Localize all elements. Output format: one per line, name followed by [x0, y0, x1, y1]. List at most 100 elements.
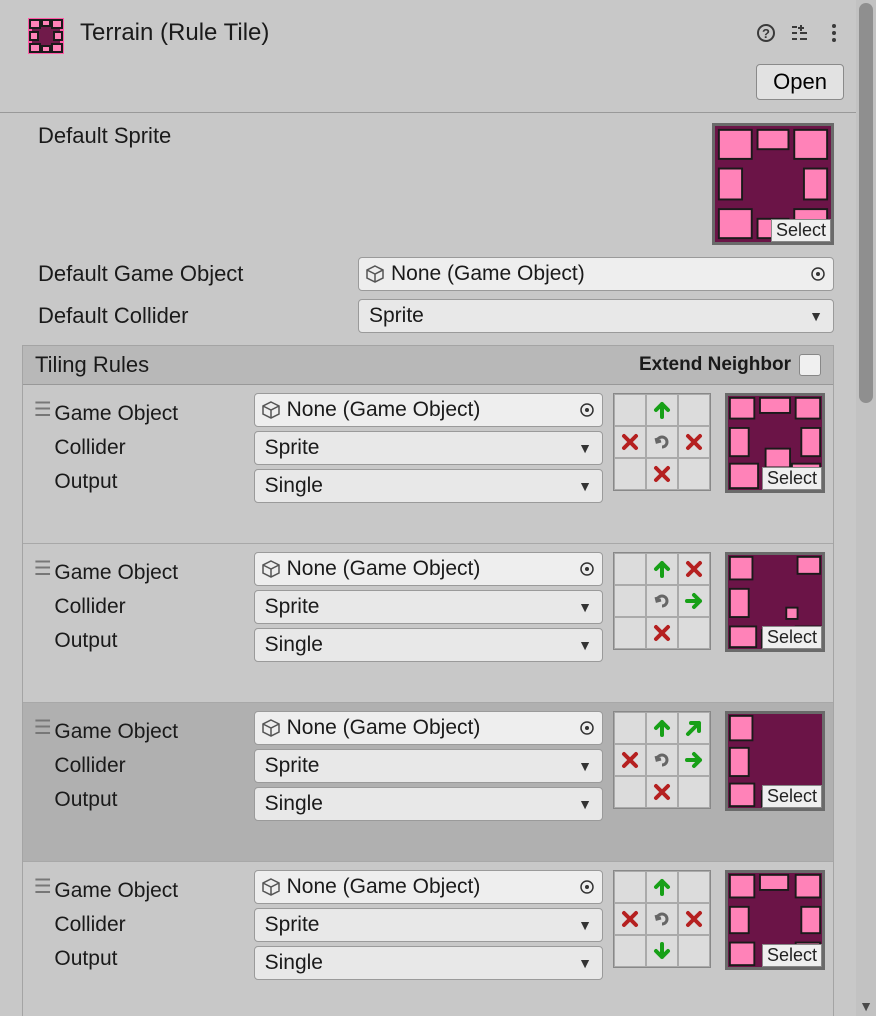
rule-game-object-field[interactable]: None (Game Object): [254, 711, 603, 745]
object-picker-icon[interactable]: [809, 265, 827, 283]
rule-sprite-preview[interactable]: Select: [725, 711, 825, 811]
neighbor-cell[interactable]: [614, 903, 646, 935]
rule-output-label: Output: [54, 624, 249, 658]
select-badge[interactable]: Select: [762, 467, 822, 490]
neighbor-cell[interactable]: [646, 776, 678, 808]
rule-output-label: Output: [54, 465, 249, 499]
object-picker-icon[interactable]: [578, 878, 596, 896]
kebab-menu-icon[interactable]: [824, 23, 844, 43]
cube-icon: [261, 718, 281, 738]
neighbor-cell[interactable]: [614, 935, 646, 967]
dropdown-value: Sprite: [265, 595, 579, 619]
default-sprite-preview[interactable]: Select: [712, 123, 834, 245]
neighbor-cell[interactable]: [678, 553, 710, 585]
rule-collider-label: Collider: [54, 749, 249, 783]
select-badge[interactable]: Select: [762, 944, 822, 967]
neighbor-cell[interactable]: [614, 458, 646, 490]
neighbor-cell[interactable]: [646, 553, 678, 585]
rule-sprite-preview[interactable]: Select: [725, 393, 825, 493]
neighbor-cell[interactable]: [678, 712, 710, 744]
chevron-down-icon: ▼: [578, 917, 592, 933]
default-sprite-label: Default Sprite: [38, 123, 358, 245]
chevron-down-icon: ▼: [578, 440, 592, 456]
drag-handle-icon[interactable]: ☰: [31, 393, 54, 422]
neighbor-cell[interactable]: [678, 585, 710, 617]
rule-output-dropdown[interactable]: Single ▼: [254, 469, 603, 503]
neighbor-cell[interactable]: [646, 617, 678, 649]
neighbor-grid[interactable]: [613, 711, 711, 809]
dropdown-value: Single: [265, 951, 579, 975]
neighbor-cell[interactable]: [614, 426, 646, 458]
drag-handle-icon[interactable]: ☰: [31, 870, 54, 899]
rule-output-dropdown[interactable]: Single ▼: [254, 946, 603, 980]
neighbor-cell[interactable]: [614, 744, 646, 776]
neighbor-cell[interactable]: [646, 426, 678, 458]
rule-row[interactable]: ☰ Game Object Collider Output None (Game…: [23, 385, 833, 544]
neighbor-cell[interactable]: [614, 553, 646, 585]
neighbor-cell[interactable]: [614, 871, 646, 903]
rule-collider-label: Collider: [54, 908, 249, 942]
neighbor-cell[interactable]: [678, 617, 710, 649]
rule-collider-dropdown[interactable]: Sprite ▼: [254, 749, 603, 783]
drag-handle-icon[interactable]: ☰: [31, 552, 54, 581]
object-picker-icon[interactable]: [578, 719, 596, 737]
object-value: None (Game Object): [287, 716, 578, 740]
rule-row[interactable]: ☰ Game Object Collider Output None (Game…: [23, 862, 833, 1016]
neighbor-cell[interactable]: [678, 935, 710, 967]
neighbor-cell[interactable]: [646, 935, 678, 967]
rule-sprite-preview[interactable]: Select: [725, 552, 825, 652]
neighbor-cell[interactable]: [614, 712, 646, 744]
neighbor-cell[interactable]: [646, 903, 678, 935]
neighbor-cell[interactable]: [646, 744, 678, 776]
neighbor-grid[interactable]: [613, 552, 711, 650]
select-badge[interactable]: Select: [762, 626, 822, 649]
drag-handle-icon[interactable]: ☰: [31, 711, 54, 740]
rule-collider-dropdown[interactable]: Sprite ▼: [254, 908, 603, 942]
tiling-rules-title: Tiling Rules: [35, 352, 639, 378]
rule-game-object-field[interactable]: None (Game Object): [254, 552, 603, 586]
scrollbar-thumb[interactable]: [859, 3, 873, 403]
neighbor-cell[interactable]: [614, 617, 646, 649]
neighbor-cell[interactable]: [678, 744, 710, 776]
neighbor-grid[interactable]: [613, 393, 711, 491]
neighbor-cell[interactable]: [646, 394, 678, 426]
object-picker-icon[interactable]: [578, 560, 596, 578]
neighbor-cell[interactable]: [678, 871, 710, 903]
neighbor-cell[interactable]: [646, 458, 678, 490]
rule-game-object-field[interactable]: None (Game Object): [254, 870, 603, 904]
rule-game-object-field[interactable]: None (Game Object): [254, 393, 603, 427]
default-collider-dropdown[interactable]: Sprite ▼: [358, 299, 834, 333]
neighbor-cell[interactable]: [614, 585, 646, 617]
presets-icon[interactable]: [790, 23, 810, 43]
neighbor-cell[interactable]: [646, 585, 678, 617]
scroll-down-icon[interactable]: ▼: [856, 996, 876, 1016]
neighbor-cell[interactable]: [678, 776, 710, 808]
rule-row[interactable]: ☰ Game Object Collider Output None (Game…: [23, 544, 833, 703]
rule-collider-dropdown[interactable]: Sprite ▼: [254, 431, 603, 465]
extend-neighbor-checkbox[interactable]: [799, 354, 821, 376]
object-picker-icon[interactable]: [578, 401, 596, 419]
rule-row[interactable]: ☰ Game Object Collider Output None (Game…: [23, 703, 833, 862]
neighbor-cell[interactable]: [646, 871, 678, 903]
object-value: None (Game Object): [287, 875, 578, 899]
chevron-down-icon: ▼: [809, 308, 823, 324]
neighbor-cell[interactable]: [614, 394, 646, 426]
neighbor-cell[interactable]: [678, 458, 710, 490]
rule-output-dropdown[interactable]: Single ▼: [254, 628, 603, 662]
help-icon[interactable]: ?: [756, 23, 776, 43]
neighbor-cell[interactable]: [678, 394, 710, 426]
default-game-object-field[interactable]: None (Game Object): [358, 257, 834, 291]
neighbor-cell[interactable]: [678, 903, 710, 935]
rule-sprite-preview[interactable]: Select: [725, 870, 825, 970]
rule-output-dropdown[interactable]: Single ▼: [254, 787, 603, 821]
neighbor-grid[interactable]: [613, 870, 711, 968]
neighbor-cell[interactable]: [678, 426, 710, 458]
rule-collider-dropdown[interactable]: Sprite ▼: [254, 590, 603, 624]
neighbor-cell[interactable]: [614, 776, 646, 808]
dropdown-value: Sprite: [265, 436, 579, 460]
neighbor-cell[interactable]: [646, 712, 678, 744]
select-badge[interactable]: Select: [771, 219, 831, 242]
select-badge[interactable]: Select: [762, 785, 822, 808]
scrollbar[interactable]: ▲ ▼: [856, 0, 876, 1016]
open-button[interactable]: Open: [756, 64, 844, 100]
